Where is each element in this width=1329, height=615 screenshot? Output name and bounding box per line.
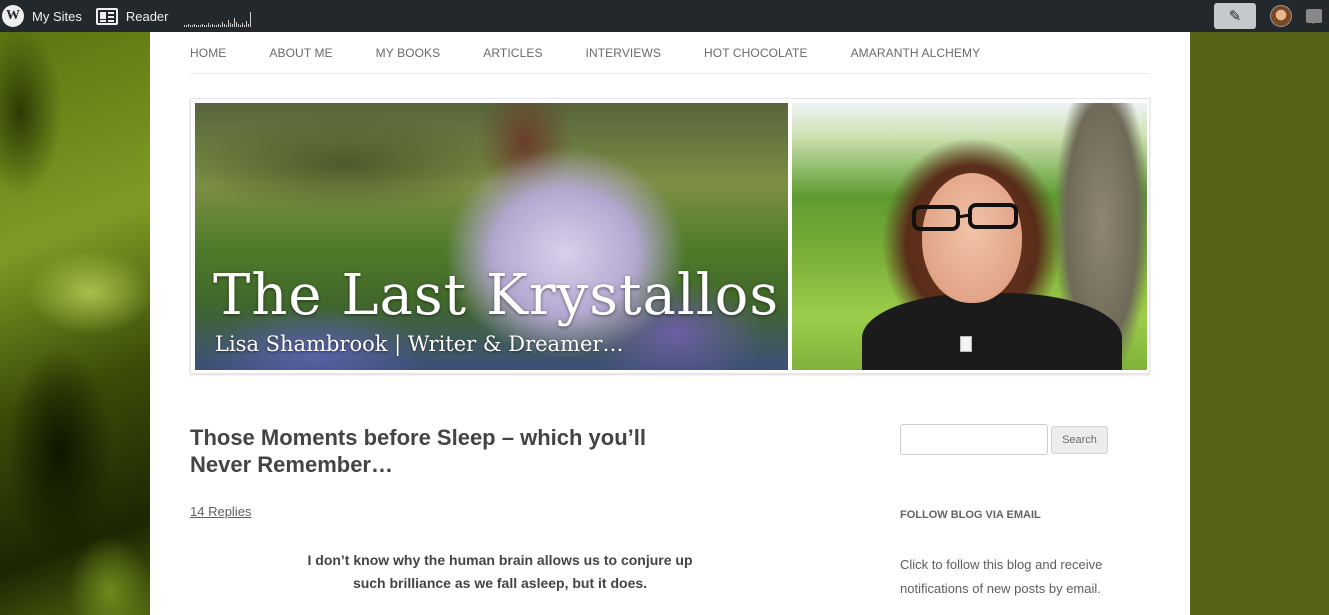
- background-left: [0, 32, 150, 615]
- pencil-icon: ✎: [1228, 8, 1242, 25]
- stats-sparkline[interactable]: [184, 5, 252, 27]
- nav-item-my-books[interactable]: MY BOOKS: [376, 46, 441, 60]
- stats-bar: [196, 25, 198, 27]
- nav-item-amaranth-alchemy[interactable]: AMARANTH ALCHEMY: [851, 46, 981, 60]
- banner-photo-author: [792, 103, 1147, 370]
- nav-item-home[interactable]: HOME: [190, 46, 226, 60]
- search-button[interactable]: Search: [1051, 426, 1108, 454]
- nav-item-hot-chocolate[interactable]: HOT CHOCOLATE: [704, 46, 808, 60]
- stats-bar: [200, 25, 202, 27]
- stats-bar: [210, 25, 212, 27]
- author-face: [922, 173, 1022, 303]
- stats-bar: [218, 24, 220, 27]
- nav-item-articles[interactable]: ARTICLES: [483, 46, 542, 60]
- stats-bar: [234, 18, 236, 27]
- stats-bar: [186, 25, 188, 27]
- glasses-icon: [912, 203, 1018, 231]
- pendant: [960, 336, 972, 352]
- stats-bar: [220, 25, 222, 27]
- notifications-icon[interactable]: [1306, 9, 1322, 24]
- stats-bar: [206, 25, 208, 27]
- stats-bar: [228, 20, 230, 27]
- reader-label[interactable]: Reader: [126, 9, 169, 24]
- reader-icon[interactable]: [95, 7, 118, 25]
- background-right: [1190, 32, 1329, 615]
- header-banner[interactable]: The Last Krystallos Lisa Shambrook | Wri…: [190, 98, 1150, 374]
- stats-bar: [188, 24, 190, 27]
- stats-bar: [202, 24, 204, 27]
- search-input[interactable]: [900, 424, 1048, 455]
- stats-bar: [212, 24, 214, 27]
- write-post-button[interactable]: ✎: [1214, 3, 1256, 29]
- stats-bar: [204, 25, 206, 27]
- stats-bar: [224, 24, 226, 27]
- my-sites-menu[interactable]: My Sites: [0, 0, 90, 32]
- stats-bar: [184, 25, 186, 27]
- stats-bar: [236, 22, 238, 27]
- stats-bar: [216, 25, 218, 27]
- stats-bar: [240, 25, 242, 27]
- follow-blog-text: Click to follow this blog and receive no…: [900, 557, 1103, 596]
- stats-bar: [226, 25, 228, 27]
- author-shirt: [862, 293, 1122, 370]
- nav-item-about-me[interactable]: ABOUT ME: [269, 46, 332, 60]
- stats-bar: [250, 12, 252, 27]
- main-navigation: HOME ABOUT ME MY BOOKS ARTICLES INTERVIE…: [190, 32, 1150, 74]
- replies-link[interactable]: 14 Replies: [190, 504, 251, 519]
- stats-bar: [214, 25, 216, 27]
- stats-bar: [222, 22, 224, 27]
- stats-bar: [242, 23, 244, 27]
- stats-bar: [208, 23, 210, 27]
- stats-bar: [232, 24, 234, 27]
- site-title[interactable]: The Last Krystallos: [213, 263, 779, 328]
- site-tagline: Lisa Shambrook | Writer & Dreamer…: [215, 332, 624, 356]
- stats-bar: [244, 25, 246, 27]
- nav-item-interviews[interactable]: INTERVIEWS: [586, 46, 661, 60]
- reader-menu[interactable]: Reader: [90, 0, 177, 32]
- admin-bar: My Sites Reader ✎: [0, 0, 1329, 32]
- stats-bar: [238, 24, 240, 27]
- page-content: HOME ABOUT ME MY BOOKS ARTICLES INTERVIE…: [150, 32, 1190, 615]
- post-title[interactable]: Those Moments before Sleep – which you’l…: [190, 424, 660, 478]
- banner-photo-girl: The Last Krystallos Lisa Shambrook | Wri…: [195, 103, 788, 370]
- wordpress-logo-icon[interactable]: [2, 5, 24, 27]
- stats-bar: [230, 23, 232, 27]
- stats-bar: [246, 21, 248, 27]
- stats-bar: [248, 24, 250, 27]
- stats-bar: [192, 25, 194, 27]
- user-avatar[interactable]: [1270, 5, 1292, 27]
- follow-blog-title: FOLLOW BLOG VIA EMAIL: [900, 509, 1041, 521]
- stats-bar: [198, 25, 200, 27]
- stats-bar: [194, 24, 196, 27]
- stats-bar: [190, 25, 192, 27]
- my-sites-label[interactable]: My Sites: [32, 9, 82, 24]
- post-intro: I don’t know why the human brain allows …: [307, 552, 693, 591]
